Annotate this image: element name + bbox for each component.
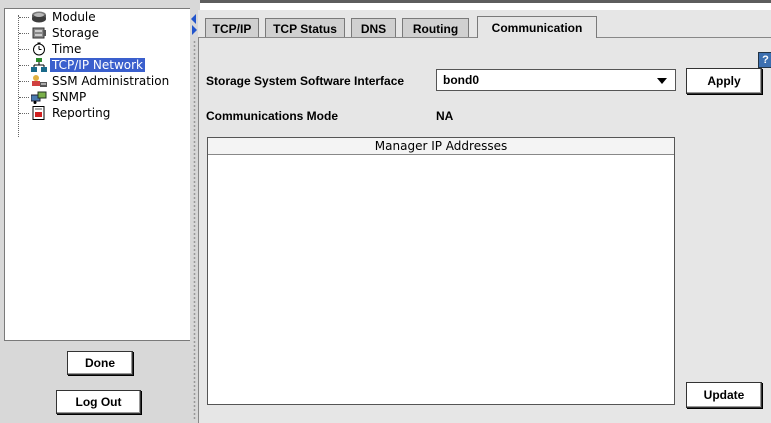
communications-mode-value: NA [436, 109, 454, 123]
main-content: TCP/IP TCP Status DNS Routing Communicat… [198, 10, 771, 423]
tree-item-time[interactable]: Time [19, 41, 83, 57]
tree-item-label: TCP/IP Network [50, 58, 145, 72]
left-panel: Module Storage Time TCP/IP Network SSM A… [0, 0, 196, 423]
help-icon[interactable]: ? [758, 52, 771, 68]
tree-item-reporting[interactable]: Reporting [19, 105, 112, 121]
manager-ip-header: Manager IP Addresses [208, 138, 674, 155]
update-button[interactable]: Update [686, 382, 762, 408]
tree-item-label: Module [52, 10, 96, 24]
interface-select-value: bond0 [443, 73, 479, 87]
tree-item-storage[interactable]: Storage [19, 25, 101, 41]
tab-tcp-status[interactable]: TCP Status [265, 18, 345, 38]
logout-button[interactable]: Log Out [56, 390, 141, 414]
apply-button[interactable]: Apply [686, 68, 762, 94]
interface-select[interactable]: bond0 [436, 69, 676, 91]
module-icon [31, 10, 47, 24]
tree-item-label: Time [52, 42, 82, 56]
interface-label: Storage System Software Interface [206, 74, 405, 88]
navigation-tree: Module Storage Time TCP/IP Network SSM A… [4, 8, 193, 341]
tree-item-label: SSM Administration [52, 74, 170, 88]
tab-tcpip[interactable]: TCP/IP [205, 18, 259, 38]
tree-item-module[interactable]: Module [19, 9, 98, 25]
expand-right-arrow-icon[interactable] [192, 25, 197, 35]
tree-item-label: Reporting [52, 106, 111, 120]
tab-communication[interactable]: Communication [477, 16, 597, 38]
manager-ip-table[interactable]: Manager IP Addresses [207, 137, 675, 405]
collapse-left-arrow-icon[interactable] [191, 14, 196, 24]
tree-item-label: SNMP [52, 90, 87, 104]
tree-item-snmp[interactable]: SNMP [19, 89, 88, 105]
storage-icon [31, 26, 47, 40]
clock-icon [31, 42, 47, 56]
communications-mode-label: Communications Mode [206, 109, 339, 123]
tree-item-ssm-administration[interactable]: SSM Administration [19, 73, 171, 89]
chevron-down-icon [657, 78, 667, 84]
snmp-icon [30, 90, 47, 104]
report-icon [31, 106, 47, 120]
network-icon [31, 58, 47, 72]
tree-item-label: Storage [52, 26, 99, 40]
tree-item-tcpip-network[interactable]: TCP/IP Network [19, 57, 145, 73]
tab-routing[interactable]: Routing [402, 18, 469, 38]
done-button[interactable]: Done [67, 351, 133, 375]
admin-icon [31, 74, 47, 88]
tab-dns[interactable]: DNS [351, 18, 396, 38]
